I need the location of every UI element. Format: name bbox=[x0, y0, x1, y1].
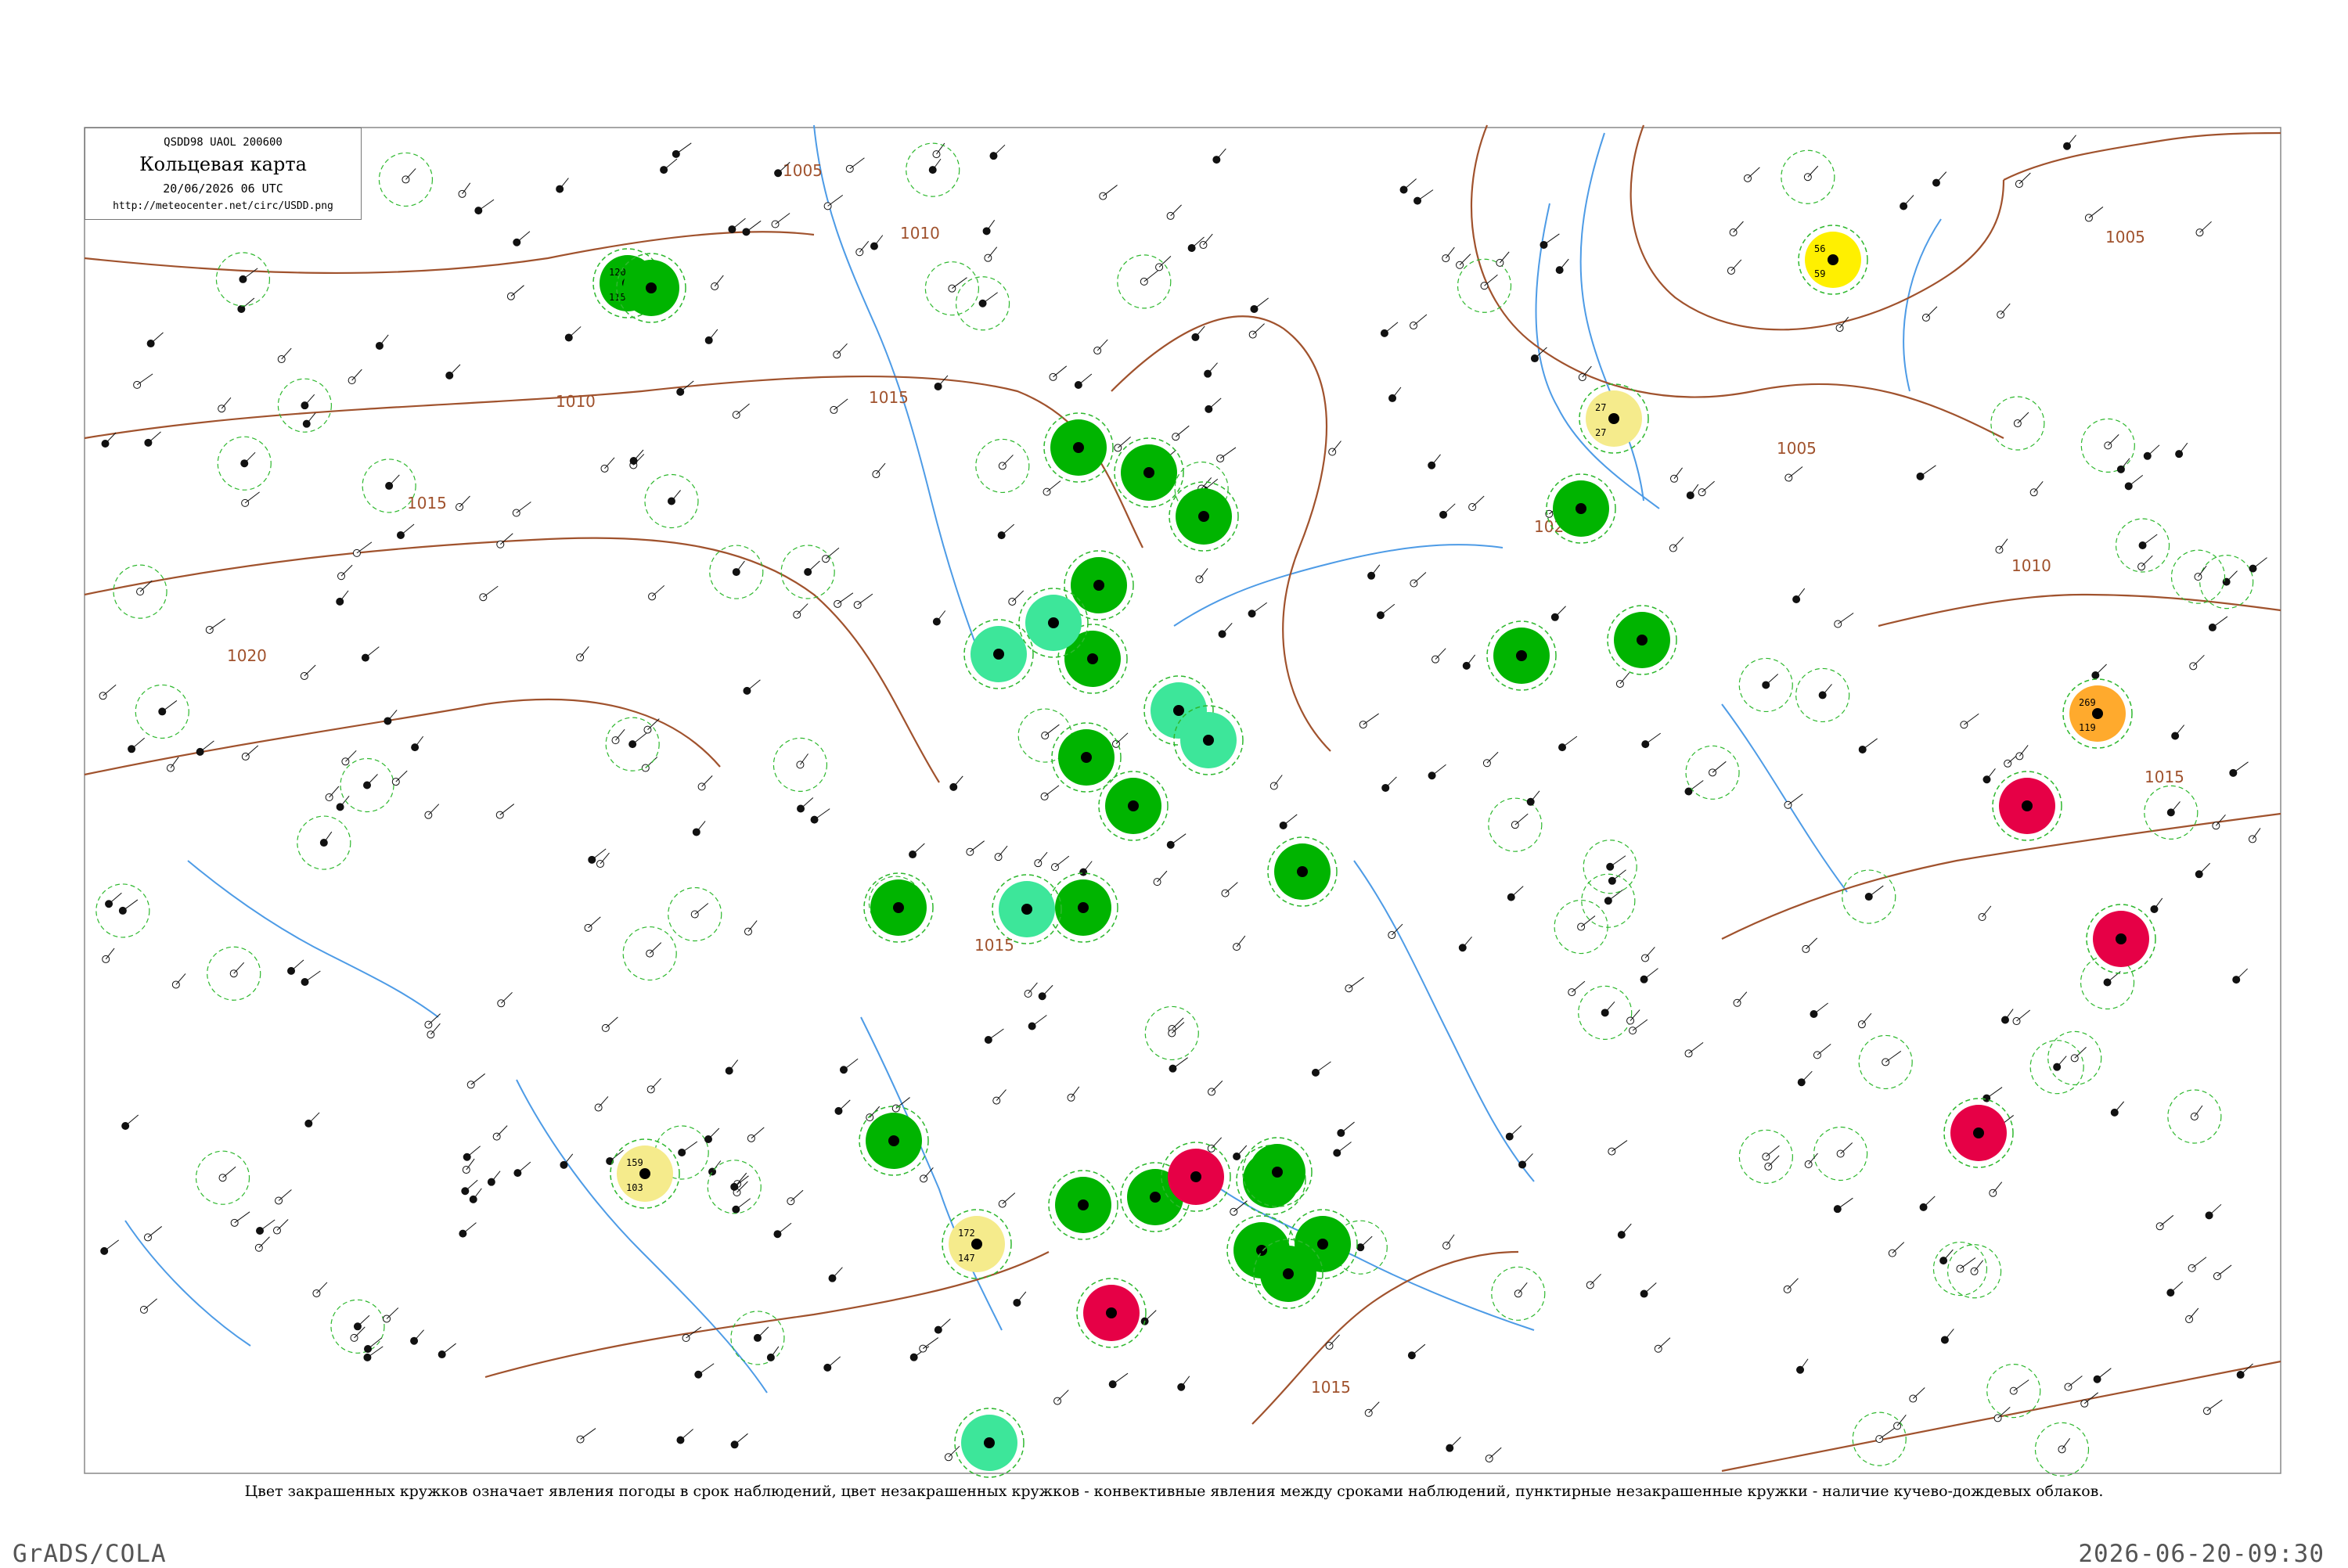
station-green-circle bbox=[1051, 722, 1122, 793]
map-frame bbox=[84, 127, 2281, 1474]
isobar-label: 1010 bbox=[556, 392, 596, 411]
station-green-circle bbox=[863, 872, 934, 943]
isobar-label: 1005 bbox=[1777, 439, 1817, 458]
station-yellow-circle: 56 59 bbox=[1798, 225, 1868, 295]
station-red-circle bbox=[1076, 1278, 1147, 1348]
station-light-circle bbox=[992, 874, 1062, 944]
svg-text:269: 269 bbox=[2079, 697, 2096, 708]
svg-text:27: 27 bbox=[1595, 427, 1606, 438]
svg-text:172: 172 bbox=[958, 1228, 975, 1239]
svg-text:119: 119 bbox=[2079, 722, 2096, 733]
isobar-label: 1005 bbox=[783, 161, 823, 180]
isobar-label: 1015 bbox=[869, 388, 909, 407]
map-date: 20/06/2026 06 UTC bbox=[163, 182, 283, 196]
station-red-circle bbox=[1161, 1142, 1231, 1212]
footer-timestamp: 2026-06-20-09:30 bbox=[2078, 1540, 2325, 1568]
station-light-circle bbox=[963, 619, 1034, 689]
isobar-label: 1010 bbox=[2011, 556, 2051, 575]
station-green-circle bbox=[1242, 1137, 1313, 1207]
station-green-circle bbox=[1043, 412, 1114, 483]
station-light-circle bbox=[954, 1408, 1025, 1478]
map-title-box: QSDD98 UAOL 200600 Кольцевая карта 20/06… bbox=[85, 128, 362, 220]
legend-caption: Цвет закрашенных кружков означает явлени… bbox=[244, 1483, 2104, 1500]
station-pale-circle: 159 103 bbox=[610, 1138, 680, 1209]
station-light-circle bbox=[1018, 588, 1089, 658]
station-green-circle bbox=[1048, 1170, 1118, 1240]
footer-software: GrADS/COLA bbox=[13, 1540, 167, 1568]
svg-text:56: 56 bbox=[1814, 243, 1825, 254]
isobar-label: 1020 bbox=[227, 646, 267, 665]
isobar-label: 1015 bbox=[1311, 1378, 1351, 1397]
station-orange-circle: 269 119 bbox=[2062, 678, 2133, 749]
isobar-label: 1010 bbox=[900, 224, 940, 243]
map-title: Кольцевая карта bbox=[139, 153, 307, 175]
station-red-circle bbox=[1943, 1098, 2014, 1168]
station-green-circle bbox=[1169, 481, 1239, 552]
map-url[interactable]: http://meteocenter.net/circ/USDD.png bbox=[85, 200, 361, 212]
svg-text:147: 147 bbox=[958, 1253, 975, 1264]
station-green-circle bbox=[1253, 1239, 1323, 1309]
station-red-circle bbox=[1992, 771, 2062, 841]
station-green-circle bbox=[1048, 872, 1118, 943]
station-green-circle bbox=[1486, 620, 1557, 691]
station-green-circle bbox=[1607, 605, 1677, 675]
station-green-circle bbox=[1098, 771, 1169, 841]
station-red-circle bbox=[2086, 904, 2156, 974]
isobar-label: 1005 bbox=[2105, 228, 2145, 246]
svg-text:159: 159 bbox=[626, 1157, 643, 1168]
svg-text:59: 59 bbox=[1814, 268, 1825, 279]
station-green-circle bbox=[616, 253, 686, 323]
station-pale-circle: 27 27 bbox=[1579, 383, 1649, 454]
isobar-label: 1015 bbox=[2145, 768, 2184, 786]
svg-text:27: 27 bbox=[1595, 402, 1606, 413]
station-pale-circle: 172 147 bbox=[942, 1209, 1012, 1279]
station-green-circle bbox=[1114, 437, 1184, 508]
svg-text:103: 103 bbox=[626, 1182, 643, 1193]
bulletin-code: QSDD98 UAOL 200600 bbox=[164, 136, 283, 149]
station-green-circle bbox=[1546, 473, 1616, 544]
station-green-circle bbox=[1267, 836, 1338, 907]
weather-map: 1005101010151020100510101015102010151010… bbox=[84, 124, 2281, 1478]
station-light-circle bbox=[1173, 705, 1244, 775]
station-green-circle bbox=[859, 1106, 929, 1176]
